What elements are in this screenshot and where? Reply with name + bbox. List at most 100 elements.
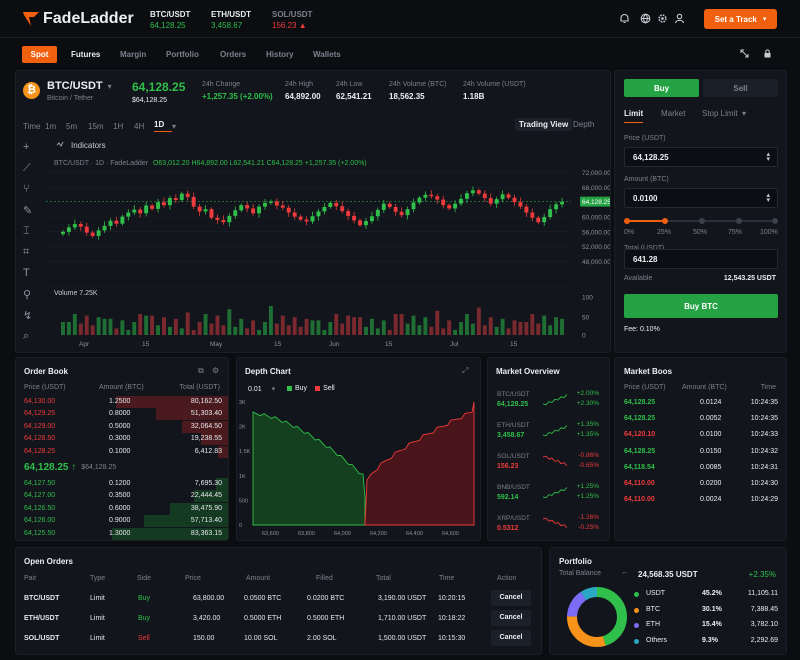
- brand-logo[interactable]: Fade Ladder: [22, 10, 134, 28]
- total-input[interactable]: 641.28: [624, 249, 778, 269]
- crosshair-icon[interactable]: +: [23, 141, 29, 153]
- depth-tab[interactable]: Depth: [573, 120, 594, 129]
- overview-item[interactable]: BNB/USDT 592.14 +1.25% +1.25%: [488, 477, 609, 507]
- portfolio-panel: Portfolio Total Balance ↔ 24,568.35 USDT…: [549, 547, 787, 655]
- ticker-sol[interactable]: SOL/USDT 156.23 ▲: [272, 10, 312, 30]
- volume-bar: [197, 322, 202, 335]
- text-icon[interactable]: T: [23, 267, 30, 279]
- slider-stop: [624, 218, 630, 224]
- col-pair: Pair: [24, 575, 37, 582]
- bell-icon[interactable]: [619, 13, 630, 24]
- trendline-icon[interactable]: ⟋: [23, 162, 31, 175]
- timeframe-1d[interactable]: 1D: [154, 120, 172, 132]
- nav-tab-portfolio[interactable]: Portfolio: [166, 50, 199, 59]
- candlestick-chart[interactable]: 72,000.00 68,000.00 64,128.25 60,000.00 56,0…: [46, 157, 611, 349]
- magnet-icon[interactable]: ↯: [23, 309, 32, 322]
- set-track-button[interactable]: Set a Track ▾: [704, 9, 777, 29]
- order-book-row[interactable]: 64,126.00 0.9000 57,713.40: [16, 515, 228, 528]
- overview-item[interactable]: XRP/USDT 0.5312 -1.26% -0.25%: [488, 508, 609, 538]
- asset-row: ETH 15.4% 3,782.10: [634, 621, 778, 633]
- stepper-icon[interactable]: ▴ ▾: [766, 192, 770, 204]
- order-type-stop-limit[interactable]: Stop Limit: [702, 109, 738, 118]
- order-book-row[interactable]: 64,129.25 0.8000 51,303.40: [16, 408, 228, 421]
- volume-bar: [417, 325, 422, 335]
- trade-time: 10:24:32: [750, 447, 778, 455]
- user-icon[interactable]: [674, 13, 685, 24]
- timeframe-15m[interactable]: 15m: [88, 122, 113, 131]
- expand-icon[interactable]: [740, 49, 749, 58]
- cancel-button[interactable]: Cancel: [491, 610, 531, 626]
- cancel-button[interactable]: Cancel: [491, 590, 531, 606]
- buy-tab[interactable]: Buy: [624, 79, 699, 97]
- order-book-row[interactable]: 64,129.00 0.5000 32,064.50: [16, 420, 228, 433]
- order-type-market[interactable]: Market: [661, 109, 685, 118]
- timeframe-5m[interactable]: 5m: [66, 122, 88, 131]
- book-layout-icon[interactable]: ⧉: [198, 366, 204, 376]
- fib-icon[interactable]: ⌶: [23, 225, 30, 238]
- timeframe-time[interactable]: Time: [23, 122, 45, 131]
- order-type-limit[interactable]: Limit: [624, 109, 644, 123]
- volume-bar: [61, 322, 65, 335]
- sell-tab[interactable]: Sell: [703, 79, 778, 97]
- lock-icon[interactable]: [763, 49, 772, 58]
- order-cell: 150.00: [193, 635, 215, 642]
- ticker-eth[interactable]: ETH/USDT 3,458.67: [211, 10, 251, 30]
- volume-bar: [369, 318, 374, 335]
- nav-tab-history[interactable]: History: [266, 50, 294, 59]
- timeframe-4h[interactable]: 4H: [134, 122, 154, 131]
- depth-chart[interactable]: 3K 2K 1.5K 1K 500 0 63,600 63,800 64,000 64,200 64…: [237, 398, 481, 541]
- nav-tab-wallets[interactable]: Wallets: [313, 50, 341, 59]
- nav-tab-futures[interactable]: Futures: [71, 50, 100, 59]
- trade-time: 10:24:29: [750, 496, 778, 504]
- candle-body: [524, 206, 529, 213]
- overview-item[interactable]: ETH/USDT 3,458.67 +1.35% +1.35%: [488, 415, 609, 445]
- amount-slider[interactable]: [624, 218, 778, 224]
- settings-icon[interactable]: [657, 13, 668, 24]
- order-book-row[interactable]: 64,125.50 1.3000 83,363.15: [16, 527, 228, 540]
- order-book-row[interactable]: 64,130.00 1.2500 80,162.50: [16, 396, 228, 408]
- pair-selector[interactable]: BTC/USDT ▾ Bitcoin / Tether: [47, 80, 112, 102]
- timeframe-more[interactable]: ▾: [172, 122, 176, 131]
- zoom-icon[interactable]: ⌕: [23, 330, 29, 343]
- sparkline-path: [543, 517, 567, 529]
- asks-list: 64,130.00 1.2500 80,162.50 64,129.25 0.8000 5…: [16, 396, 228, 458]
- eye-icon[interactable]: ↔: [621, 569, 628, 576]
- nav-tab-spot[interactable]: Spot: [22, 46, 57, 63]
- pattern-icon[interactable]: ⌗: [23, 246, 29, 259]
- overview-symbol: BTC/USDT: [497, 391, 530, 398]
- indicators-icon[interactable]: [56, 141, 64, 149]
- trading-view-tab[interactable]: Trading View: [515, 118, 573, 131]
- col-total: Total (USDT): [179, 384, 220, 391]
- brush-icon[interactable]: ✎: [23, 204, 32, 217]
- nav-tab-margin[interactable]: Margin: [120, 50, 146, 59]
- overview-change-1: -0.86%: [578, 452, 599, 459]
- pitchfork-icon[interactable]: ⑂: [23, 183, 30, 195]
- ticker-btc[interactable]: BTC/USDT 64,128.25: [150, 10, 190, 30]
- order-book-row[interactable]: 64,128.50 0.3000 19,238.55: [16, 433, 228, 446]
- cancel-button[interactable]: Cancel: [491, 630, 531, 646]
- book-price: 64,127.50: [24, 480, 56, 487]
- nav-tab-orders[interactable]: Orders: [220, 50, 246, 59]
- buy-btc-button[interactable]: Buy BTC: [624, 294, 778, 318]
- order-book-row[interactable]: 64,126.50 0.6000 38,475.90: [16, 502, 228, 515]
- ticker-symbol: ETH/USDT: [211, 10, 251, 19]
- measure-icon[interactable]: ⚲: [23, 288, 31, 301]
- amount-input[interactable]: 0.0100 ▴ ▾: [624, 188, 778, 208]
- timeframe-1m[interactable]: 1m: [45, 122, 66, 131]
- overview-item[interactable]: BTC/USDT 64,128.25 +2.00% +2.30%: [488, 384, 609, 414]
- book-settings-icon[interactable]: ⚙: [212, 366, 219, 375]
- expand-icon[interactable]: ⤢: [462, 366, 468, 376]
- order-book-row[interactable]: 64,128.25 0.1000 6,412.83: [16, 445, 228, 458]
- order-book-row[interactable]: 64,127.50 0.1200 7,695.30: [16, 478, 228, 490]
- overview-item[interactable]: SOL/USDT 156.23 -0.86% -0.65%: [488, 446, 609, 476]
- indicators-button[interactable]: Indicators: [71, 141, 106, 150]
- globe-icon[interactable]: [640, 13, 651, 24]
- timeframe-1h[interactable]: 1H: [113, 122, 134, 131]
- order-book-row[interactable]: 64,127.00 0.3500 22,444.45: [16, 490, 228, 503]
- candle-body: [209, 209, 214, 218]
- price-input[interactable]: 64,128.25 ▴ ▾: [624, 147, 778, 167]
- stepper-icon[interactable]: ▴ ▾: [766, 151, 770, 163]
- volume-bar: [375, 328, 380, 335]
- depth-step-select[interactable]: 0.01 ▾: [248, 385, 275, 394]
- volume-bar: [441, 328, 446, 335]
